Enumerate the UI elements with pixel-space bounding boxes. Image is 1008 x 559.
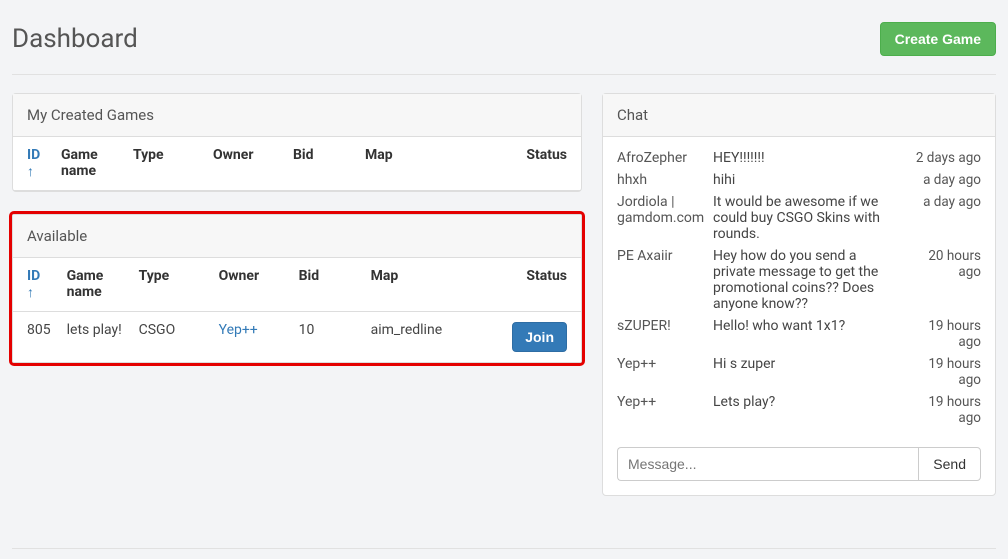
table-row: 805lets play!CSGO Yep++ 10aim_redline Join (13, 312, 581, 363)
chat-user: PE Axaiir (617, 248, 705, 264)
col-owner-avail: Owner (211, 258, 291, 312)
col-bid-avail: Bid (291, 258, 363, 312)
cell-map: aim_redline (363, 312, 503, 363)
chat-time: a day ago (907, 194, 981, 210)
chat-user: hhxh (617, 172, 705, 188)
chat-time: 20 hours ago (907, 248, 981, 280)
cell-owner: Yep++ (211, 312, 291, 363)
chat-user: Yep++ (617, 356, 705, 372)
col-status: Status (497, 137, 581, 191)
chat-scroll-area[interactable]: AfroZepher HEY!!!!!!! 2 days ago hhxh hihi a … (603, 137, 995, 437)
chat-user: Jordiola | gamdom.com (617, 194, 705, 226)
chat-text: It would be awesome if we could buy CSGO… (713, 194, 899, 242)
join-button[interactable]: Join (512, 322, 567, 352)
chat-text: Hello! who want 1x1? (713, 318, 899, 334)
chat-text: Hi s zuper (713, 356, 899, 372)
chat-panel: Chat AfroZepher HEY!!!!!!! 2 days ago hhxhh… (602, 93, 996, 496)
panel-heading-chat: Chat (603, 94, 995, 137)
owner-link[interactable]: Yep++ (219, 322, 258, 338)
page-header: Dashboard Create Game (12, 10, 996, 75)
col-map: Map (357, 137, 497, 191)
chat-text: Hey how do you send a private message to… (713, 248, 899, 312)
chat-message: AfroZepher HEY!!!!!!! 2 days ago (617, 147, 981, 169)
col-game-name-avail: Game name (59, 258, 131, 312)
col-type: Type (125, 137, 205, 191)
panel-heading-my-games: My Created Games (13, 94, 581, 137)
my-created-games-panel: My Created Games ID ↑ Game name Type Own… (12, 93, 582, 192)
chat-time: a day ago (907, 172, 981, 188)
cell-bid: 10 (291, 312, 363, 363)
available-games-panel: Available ID ↑ Game name Type Owner Bid … (12, 214, 582, 363)
footer-divider (12, 548, 996, 549)
page-title: Dashboard (12, 24, 138, 54)
chat-message: Yep++ Hi s zuper 19 hours ago (617, 353, 981, 391)
chat-text: Lets play? (713, 394, 899, 410)
cell-game-name: lets play! (59, 312, 131, 363)
chat-message: sZUPER! Hello! who want 1x1? 19 hours ago (617, 315, 981, 353)
available-games-table: ID ↑ Game name Type Owner Bid Map Status… (13, 258, 581, 362)
col-map-avail: Map (363, 258, 503, 312)
chat-user: sZUPER! (617, 318, 705, 334)
chat-text: hihi (713, 172, 899, 188)
col-type-avail: Type (131, 258, 211, 312)
col-game-name: Game name (53, 137, 125, 191)
chat-time: 19 hours ago (907, 356, 981, 388)
chat-time: 19 hours ago (907, 394, 981, 426)
col-status-avail: Status (503, 258, 581, 312)
panel-heading-available: Available (13, 215, 581, 258)
chat-text: HEY!!!!!!! (713, 150, 899, 166)
cell-type: CSGO (131, 312, 211, 363)
chat-time: 2 days ago (907, 150, 981, 166)
col-bid: Bid (285, 137, 357, 191)
chat-message: PE Axaiir Hey how do you send a private m… (617, 245, 981, 315)
col-id-sort-avail[interactable]: ID ↑ (27, 268, 40, 301)
cell-id: 805 (13, 312, 59, 363)
create-game-button[interactable]: Create Game (880, 22, 996, 56)
chat-message: Yep++ Lets play? 19 hours ago (617, 391, 981, 429)
chat-user: AfroZepher (617, 150, 705, 166)
chat-time: 19 hours ago (907, 318, 981, 350)
my-games-table: ID ↑ Game name Type Owner Bid Map Status (13, 137, 581, 191)
chat-message: Jordiola | gamdom.comIt would be awesome… (617, 191, 981, 245)
col-owner: Owner (205, 137, 285, 191)
chat-message: hhxh hihi a day ago (617, 169, 981, 191)
chat-user: Yep++ (617, 394, 705, 410)
chat-send-button[interactable]: Send (918, 447, 981, 481)
cell-status: Join (503, 312, 581, 363)
chat-message-input[interactable] (617, 447, 918, 481)
col-id-sort[interactable]: ID ↑ (27, 147, 40, 180)
